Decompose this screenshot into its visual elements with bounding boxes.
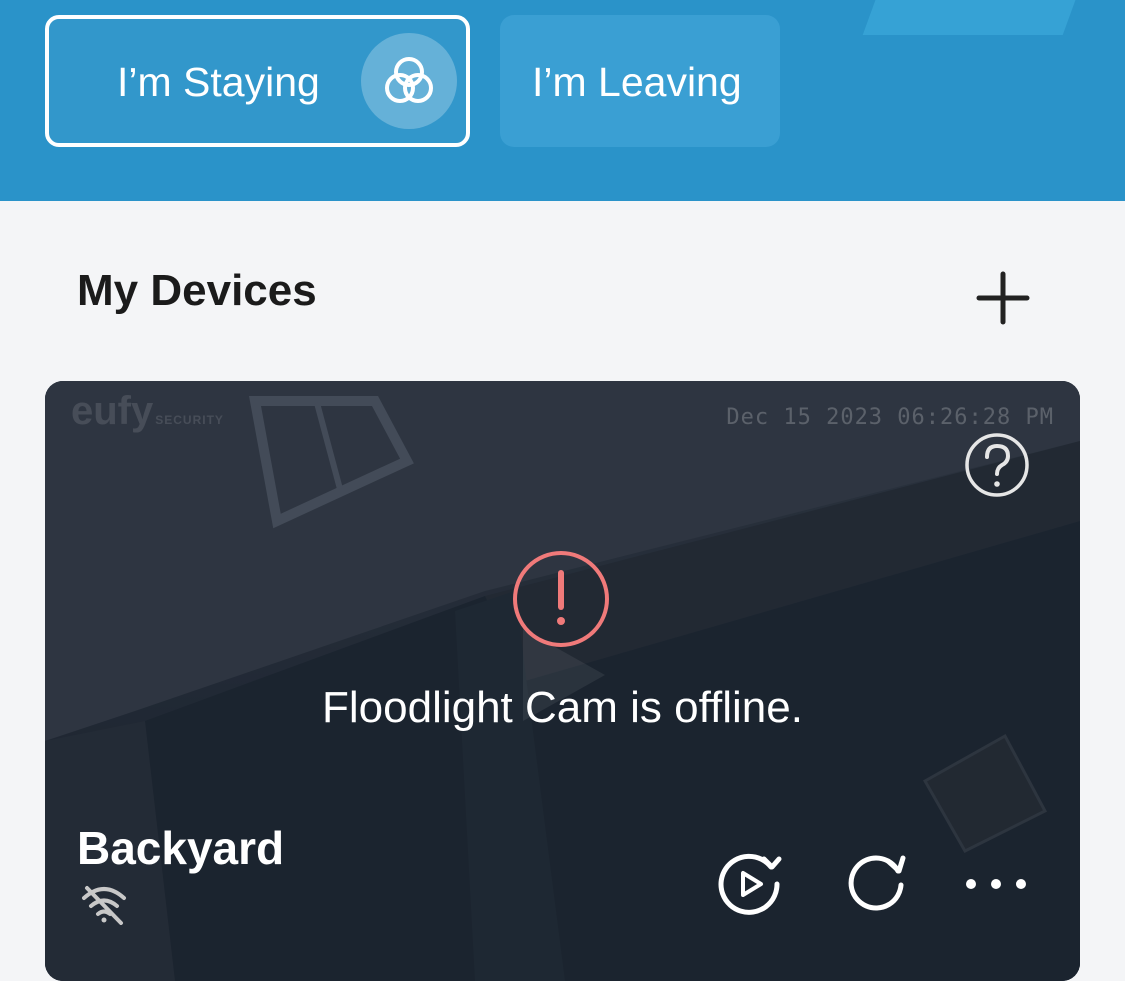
device-name: Backyard [77, 822, 285, 874]
header-decoration [862, 0, 1098, 35]
plus-icon [976, 271, 1030, 325]
mode-header: I’m Staying I’m Leaving [0, 0, 1125, 201]
device-card[interactable]: eufy SECURITY Dec 15 2023 06:26:28 PM Flo… [45, 381, 1080, 981]
refresh-icon [848, 855, 906, 911]
wifi-off-icon [81, 885, 127, 925]
add-device-button[interactable] [975, 270, 1031, 326]
three-circles-icon [361, 33, 457, 129]
help-button[interactable] [963, 431, 1031, 499]
more-options-button[interactable] [961, 849, 1031, 919]
playback-button[interactable] [715, 849, 785, 919]
im-staying-button[interactable]: I’m Staying [45, 15, 470, 147]
my-devices-title: My Devices [77, 266, 317, 315]
more-dots-icon [966, 879, 1026, 889]
question-circle-icon [965, 433, 1029, 497]
im-leaving-button[interactable]: I’m Leaving [500, 15, 780, 147]
offline-status-message: Floodlight Cam is offline. [322, 683, 803, 732]
refresh-button[interactable] [841, 849, 911, 919]
snapshot-timestamp: Dec 15 2023 06:26:28 PM [726, 405, 1054, 430]
im-staying-label: I’m Staying [117, 59, 320, 105]
camera-snapshot [45, 381, 1080, 981]
im-leaving-label: I’m Leaving [532, 59, 742, 105]
playback-icon [718, 853, 782, 915]
exclamation-circle-icon [511, 549, 611, 649]
eufy-watermark: eufy SECURITY [71, 389, 224, 433]
